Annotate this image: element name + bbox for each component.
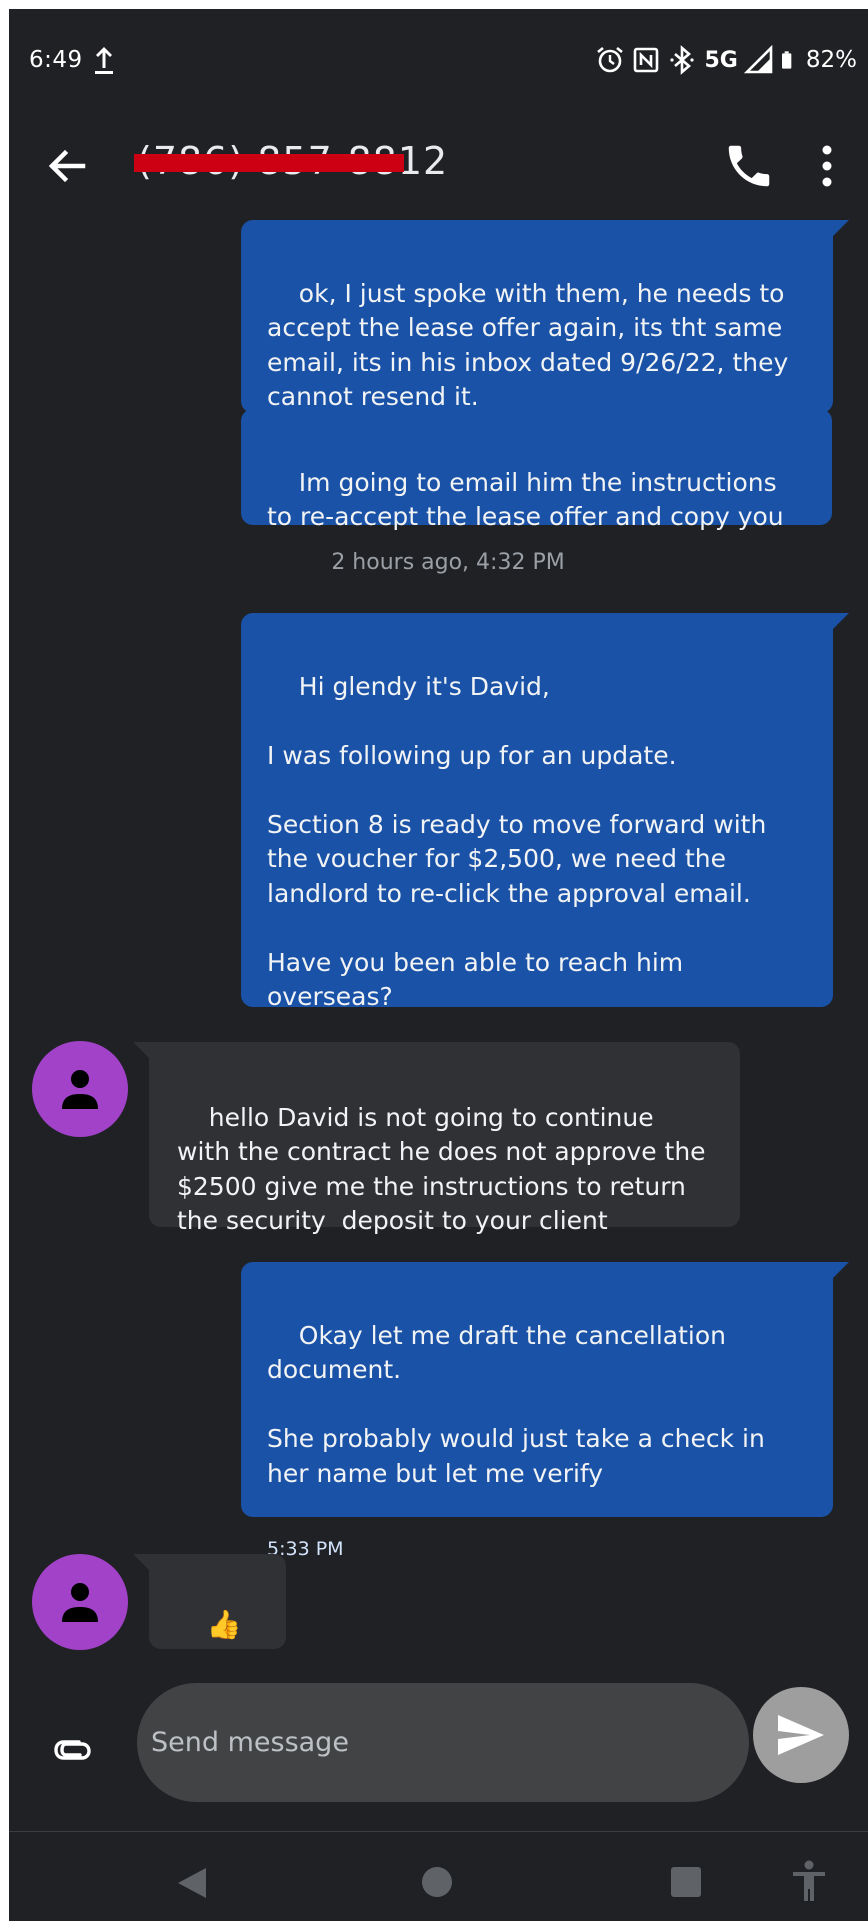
status-time: 6:49 (29, 47, 83, 73)
battery-icon (781, 51, 792, 69)
nav-recents-icon[interactable] (671, 1867, 701, 1897)
person-icon (62, 1070, 98, 1109)
bluetooth-icon (669, 45, 694, 75)
message-text: Okay let me draft the cancellation docum… (267, 1320, 765, 1488)
accessibility-icon[interactable] (789, 1859, 829, 1903)
avatar[interactable] (32, 1554, 128, 1650)
message-time: 5:33 PM (267, 1537, 344, 1560)
alarm-icon (596, 46, 623, 73)
phone-icon[interactable] (722, 139, 776, 193)
nav-home-icon[interactable] (422, 1867, 452, 1897)
outgoing-message[interactable]: ok, I just spoke with them, he needs to … (241, 220, 833, 413)
app-bar: (786) 857-8812 (9, 117, 868, 213)
send-icon (778, 1715, 824, 1755)
incoming-message[interactable]: hello David is not going to continue wit… (149, 1042, 740, 1235)
send-button[interactable] (753, 1687, 849, 1783)
message-compose-field[interactable] (137, 1683, 749, 1802)
battery-percent: 82% (805, 47, 857, 73)
message-text: Hi glendy it's David, I was following up… (267, 671, 767, 1012)
upload-icon (95, 47, 113, 74)
back-arrow-icon[interactable] (43, 141, 93, 191)
message-input[interactable] (149, 1726, 737, 1759)
attach-icon[interactable] (49, 1727, 95, 1773)
incoming-message[interactable]: 👍 (149, 1554, 286, 1649)
timestamp-divider: 2 hours ago, 4:32 PM (331, 550, 565, 575)
redaction-mark (134, 154, 404, 172)
message-text: hello David is not going to continue wit… (177, 1102, 714, 1236)
avatar[interactable] (32, 1041, 128, 1137)
more-vert-icon[interactable] (815, 141, 839, 191)
bubble-tail (833, 1262, 849, 1278)
network-type: 5G (704, 47, 738, 73)
nfc-icon (633, 47, 658, 73)
bubble-tail (133, 1554, 149, 1570)
bubble-tail (133, 1042, 149, 1058)
messaging-screen: 6:49 5G 82% ok, I just spoke with them, … (9, 9, 868, 1921)
message-text: Im going to email him the instructions t… (267, 467, 785, 532)
outgoing-message[interactable]: Im going to email him the instructions t… (241, 409, 832, 531)
outgoing-message[interactable]: Okay let me draft the cancellation docum… (241, 1262, 833, 1560)
thumbs-up-emoji: 👍 (206, 1607, 242, 1641)
signal-icon (743, 45, 773, 74)
nav-divider (9, 1831, 868, 1832)
status-icons: 5G 82% (595, 41, 857, 79)
nav-back-icon[interactable] (176, 1866, 208, 1900)
outgoing-message[interactable]: Hi glendy it's David, I was following up… (241, 613, 833, 1011)
message-text: ok, I just spoke with them, he needs to … (267, 278, 797, 412)
status-bar: 6:49 5G 82% (9, 9, 868, 117)
bubble-tail (833, 220, 849, 236)
bubble-tail (833, 613, 849, 629)
person-icon (62, 1583, 98, 1622)
